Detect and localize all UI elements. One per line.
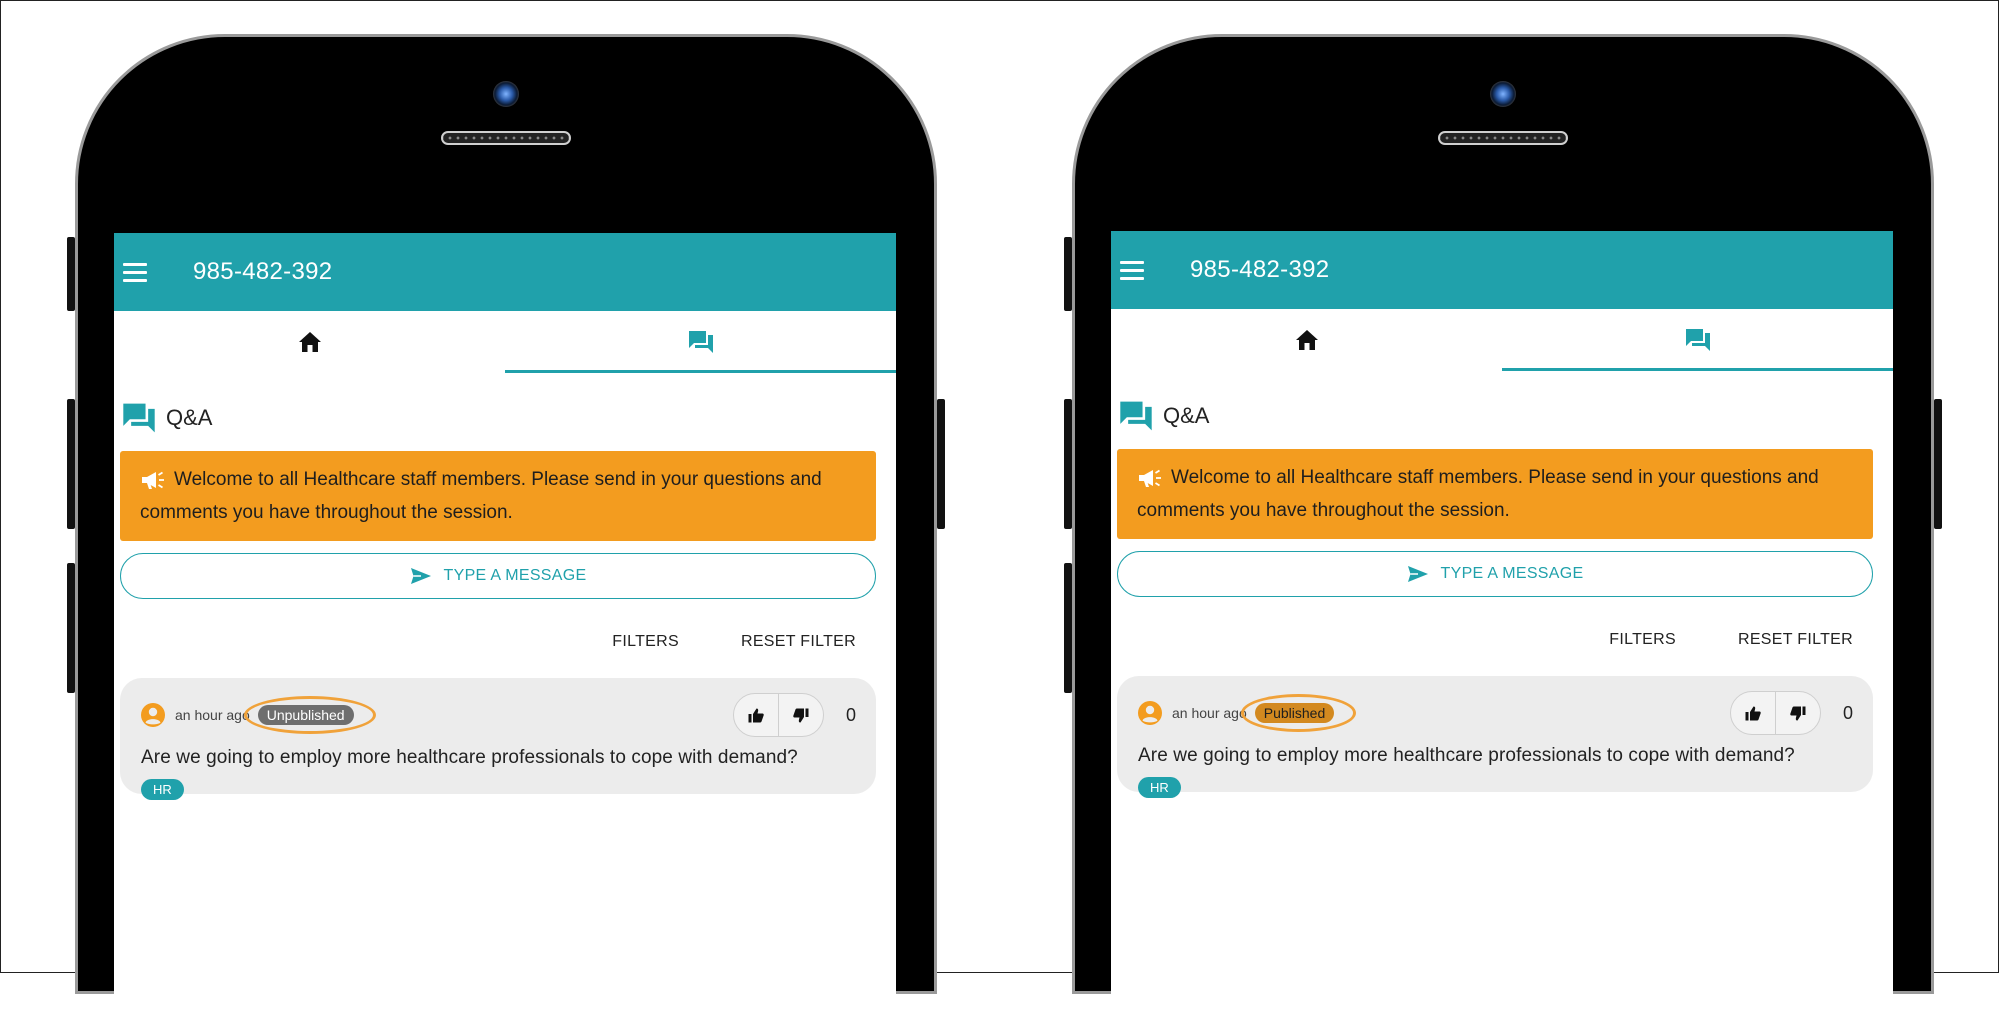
upvote-button[interactable] [734,694,778,736]
phone-side-button [67,399,75,529]
phone-side-button [67,563,75,693]
phone-speaker [441,131,571,145]
megaphone-icon [1139,469,1161,487]
phone-side-button [1064,399,1072,529]
thumbs-up-icon [748,708,764,722]
thumbs-down-icon [793,708,809,722]
type-message-button[interactable]: TYPE A MESSAGE [1117,551,1873,597]
vote-count: 0 [845,704,856,725]
tab-qa[interactable] [1502,309,1893,371]
vote-count: 0 [1842,702,1853,723]
app-screen: 985-482-392 Q&A Welcome to all Healthcar… [1111,231,1893,1031]
reset-filter-button[interactable]: RESET FILTER [741,633,856,651]
tab-qa[interactable] [505,311,896,373]
tab-home[interactable] [1111,309,1502,371]
app-screen: 985-482-392 Q&A Welcome to all Healthcar… [114,233,896,1033]
phone-side-button [1934,399,1942,529]
tab-bar [1111,309,1893,371]
question-card: an hour ago Unpublished 0 Are we going t… [120,678,876,800]
front-camera [493,81,519,107]
front-camera [1490,81,1516,107]
question-text: Are we going to employ more healthcare p… [1138,745,1795,766]
megaphone-icon [142,471,164,489]
announcement-banner: Welcome to all Healthcare staff members.… [1117,449,1873,539]
question-card: an hour ago Published 0 Are we going to … [1117,676,1873,798]
user-avatar-icon [1138,701,1162,725]
section-title: Q&A [166,405,213,430]
thumbs-down-icon [1790,706,1806,720]
highlight-ring [243,696,376,734]
category-tag: HR [1138,777,1181,798]
question-time: an hour ago [1172,705,1247,721]
status-badge: Unpublished [243,696,376,734]
chat-icon [1685,329,1710,351]
phone-side-button [937,399,945,529]
chat-icon [1120,401,1152,431]
phone-frame-left: 985-482-392 Q&A Welcome to all Healthcar… [67,34,945,1033]
downvote-button[interactable] [1774,692,1820,734]
send-icon [410,568,431,584]
filter-bar: FILTERS RESET FILTER [114,633,856,651]
home-icon [298,332,321,352]
vote-controls: 0 [1729,691,1853,735]
thumbs-up-icon [1745,706,1761,720]
upvote-button[interactable] [1731,692,1775,734]
user-avatar-icon [141,703,165,727]
app-bar: 985-482-392 [114,233,896,311]
type-message-label: TYPE A MESSAGE [443,567,587,584]
send-icon [1407,566,1428,582]
category-tag: HR [141,779,184,800]
chat-icon [688,331,713,353]
status-badge: Published [1240,694,1357,732]
section-header: Q&A [1119,399,1893,433]
downvote-button[interactable] [777,694,823,736]
announcement-text: Welcome to all Healthcare staff members.… [140,469,822,523]
chat-icon [123,403,155,433]
phone-speaker [1438,131,1568,145]
tab-bar [114,311,896,373]
announcement-text: Welcome to all Healthcare staff members.… [1137,467,1819,521]
phone-side-button [1064,237,1072,311]
event-code-title: 985-482-392 [1190,256,1330,283]
menu-icon[interactable] [123,262,147,282]
tab-home[interactable] [114,311,505,373]
home-icon [1295,330,1318,350]
phone-side-button [67,237,75,311]
type-message-label: TYPE A MESSAGE [1440,565,1584,582]
filters-button[interactable]: FILTERS [612,633,679,651]
phone-frame-right: 985-482-392 Q&A Welcome to all Healthcar… [1064,34,1942,1031]
vote-controls: 0 [732,693,856,737]
question-text: Are we going to employ more healthcare p… [141,747,798,768]
reset-filter-button[interactable]: RESET FILTER [1738,631,1853,649]
section-header: Q&A [122,401,896,435]
type-message-button[interactable]: TYPE A MESSAGE [120,553,876,599]
highlight-ring [1240,694,1357,732]
question-time: an hour ago [175,707,250,723]
filter-bar: FILTERS RESET FILTER [1111,631,1853,649]
filters-button[interactable]: FILTERS [1609,631,1676,649]
event-code-title: 985-482-392 [193,258,333,285]
menu-icon[interactable] [1120,260,1144,280]
announcement-banner: Welcome to all Healthcare staff members.… [120,451,876,541]
section-title: Q&A [1163,403,1210,428]
app-bar: 985-482-392 [1111,231,1893,309]
phone-side-button [1064,563,1072,693]
